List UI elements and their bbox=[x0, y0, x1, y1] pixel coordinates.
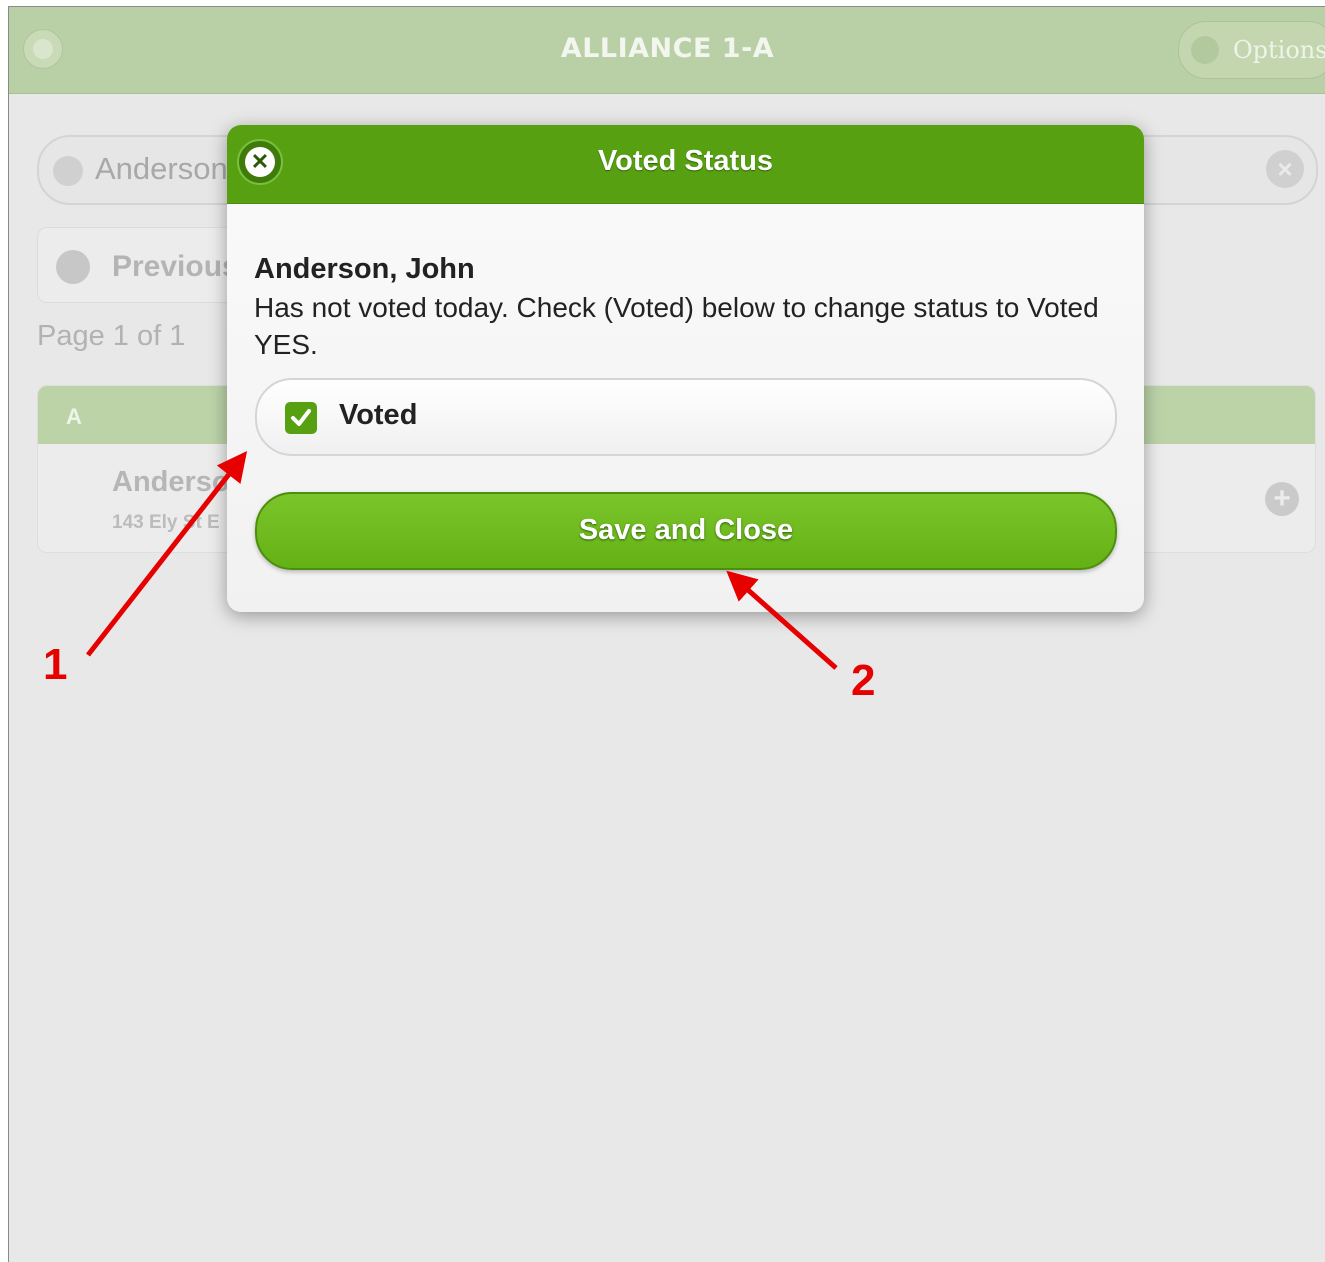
step-2-label: 2 bbox=[851, 656, 876, 705]
annotation-arrows bbox=[86, 451, 838, 670]
arrow-2 bbox=[726, 570, 838, 670]
step-1-label: 1 bbox=[43, 640, 68, 689]
arrow-1 bbox=[86, 451, 248, 657]
